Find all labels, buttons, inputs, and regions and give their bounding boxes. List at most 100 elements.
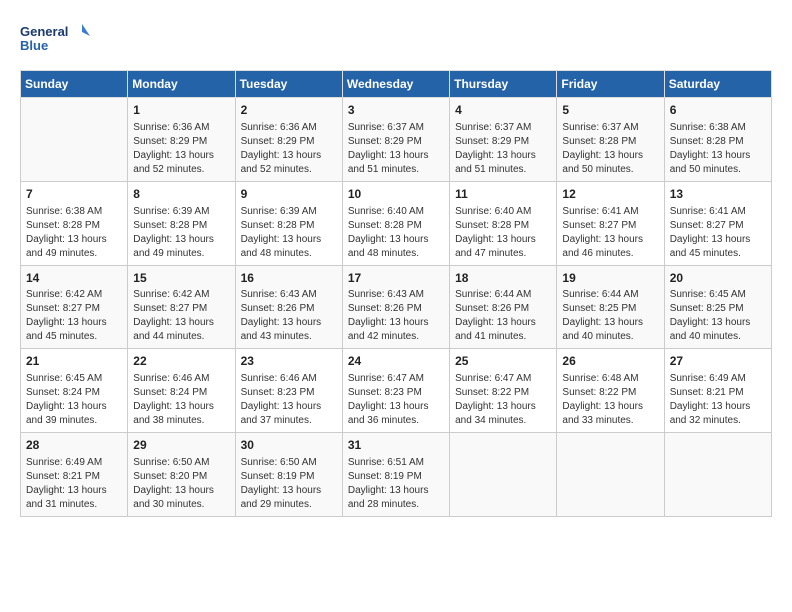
day-info: and 52 minutes. [241,163,337,177]
header-cell-friday: Friday [557,71,664,98]
calendar-cell: 20Sunrise: 6:45 AMSunset: 8:25 PMDayligh… [664,265,771,349]
day-info: Daylight: 13 hours [455,400,551,414]
calendar-table: SundayMondayTuesdayWednesdayThursdayFrid… [20,70,772,517]
day-number: 22 [133,353,229,370]
day-number: 1 [133,102,229,119]
day-info: Daylight: 13 hours [348,484,444,498]
day-info: Sunset: 8:22 PM [562,386,658,400]
day-info: Sunset: 8:28 PM [670,135,766,149]
day-number: 16 [241,270,337,287]
day-info: and 51 minutes. [348,163,444,177]
day-info: Daylight: 13 hours [348,149,444,163]
day-info: Daylight: 13 hours [241,484,337,498]
calendar-cell: 31Sunrise: 6:51 AMSunset: 8:19 PMDayligh… [342,433,449,517]
day-info: Sunset: 8:27 PM [133,302,229,316]
day-info: Sunrise: 6:50 AM [241,456,337,470]
day-number: 29 [133,437,229,454]
day-info: Sunrise: 6:39 AM [241,205,337,219]
day-info: Sunrise: 6:50 AM [133,456,229,470]
day-info: and 29 minutes. [241,498,337,512]
day-info: and 43 minutes. [241,330,337,344]
calendar-cell: 19Sunrise: 6:44 AMSunset: 8:25 PMDayligh… [557,265,664,349]
day-number: 14 [26,270,122,287]
day-info: and 41 minutes. [455,330,551,344]
day-info: and 48 minutes. [241,247,337,261]
calendar-cell: 28Sunrise: 6:49 AMSunset: 8:21 PMDayligh… [21,433,128,517]
day-info: Sunset: 8:28 PM [133,219,229,233]
day-info: Sunset: 8:26 PM [348,302,444,316]
day-info: Daylight: 13 hours [133,400,229,414]
day-info: Sunrise: 6:41 AM [670,205,766,219]
calendar-cell: 5Sunrise: 6:37 AMSunset: 8:28 PMDaylight… [557,98,664,182]
day-number: 3 [348,102,444,119]
day-info: Daylight: 13 hours [133,233,229,247]
day-number: 20 [670,270,766,287]
day-number: 8 [133,186,229,203]
day-number: 7 [26,186,122,203]
day-info: Sunrise: 6:42 AM [26,288,122,302]
week-row-4: 21Sunrise: 6:45 AMSunset: 8:24 PMDayligh… [21,349,772,433]
day-info: Daylight: 13 hours [348,316,444,330]
calendar-cell: 12Sunrise: 6:41 AMSunset: 8:27 PMDayligh… [557,181,664,265]
calendar-cell: 3 Sunrise: 6:37 AMSunset: 8:29 PMDaylight… [342,98,449,182]
day-info: Sunrise: 6:38 AM [670,121,766,135]
day-info: Sunset: 8:28 PM [455,219,551,233]
day-number: 18 [455,270,551,287]
day-number: 28 [26,437,122,454]
day-info: Daylight: 13 hours [26,316,122,330]
day-info: Daylight: 13 hours [133,149,229,163]
calendar-header: SundayMondayTuesdayWednesdayThursdayFrid… [21,71,772,98]
day-info: Daylight: 13 hours [26,233,122,247]
calendar-cell: 30Sunrise: 6:50 AMSunset: 8:19 PMDayligh… [235,433,342,517]
calendar-cell: 8Sunrise: 6:39 AMSunset: 8:28 PMDaylight… [128,181,235,265]
day-info: Sunrise: 6:41 AM [562,205,658,219]
day-info: and 52 minutes. [133,163,229,177]
day-number: 27 [670,353,766,370]
day-info: and 48 minutes. [348,247,444,261]
calendar-cell: 7Sunrise: 6:38 AMSunset: 8:28 PMDaylight… [21,181,128,265]
day-info: Daylight: 13 hours [26,484,122,498]
day-info: Sunset: 8:24 PM [26,386,122,400]
day-info: Sunrise: 6:47 AM [348,372,444,386]
day-info: Sunset: 8:29 PM [455,135,551,149]
day-info: Daylight: 13 hours [455,233,551,247]
day-info: and 49 minutes. [133,247,229,261]
day-info: Daylight: 13 hours [133,484,229,498]
day-info: Sunset: 8:19 PM [241,470,337,484]
calendar-cell: 4Sunrise: 6:37 AMSunset: 8:29 PMDaylight… [450,98,557,182]
day-info: Daylight: 13 hours [455,316,551,330]
day-info: and 40 minutes. [670,330,766,344]
calendar-cell: 15Sunrise: 6:42 AMSunset: 8:27 PMDayligh… [128,265,235,349]
day-info: Sunset: 8:29 PM [348,135,444,149]
calendar-cell: 10Sunrise: 6:40 AMSunset: 8:28 PMDayligh… [342,181,449,265]
day-info: Sunset: 8:28 PM [348,219,444,233]
day-info: and 45 minutes. [26,330,122,344]
day-info: Daylight: 13 hours [241,316,337,330]
week-row-2: 7Sunrise: 6:38 AMSunset: 8:28 PMDaylight… [21,181,772,265]
day-info: Sunset: 8:24 PM [133,386,229,400]
day-info: Sunset: 8:25 PM [562,302,658,316]
day-info: Sunset: 8:25 PM [670,302,766,316]
day-info: Sunrise: 6:37 AM [562,121,658,135]
day-info: Sunrise: 6:42 AM [133,288,229,302]
day-info: Sunrise: 6:37 AM [348,121,444,135]
day-info: Sunset: 8:21 PM [670,386,766,400]
day-number: 17 [348,270,444,287]
day-info: and 42 minutes. [348,330,444,344]
logo-svg: General Blue [20,20,90,60]
day-info: Daylight: 13 hours [348,400,444,414]
calendar-cell: 26Sunrise: 6:48 AMSunset: 8:22 PMDayligh… [557,349,664,433]
svg-text:General: General [20,24,68,39]
header-cell-sunday: Sunday [21,71,128,98]
day-info: and 33 minutes. [562,414,658,428]
day-info: Sunset: 8:29 PM [133,135,229,149]
calendar-body: 1Sunrise: 6:36 AMSunset: 8:29 PMDaylight… [21,98,772,517]
day-number: 5 [562,102,658,119]
day-info: Sunrise: 6:45 AM [26,372,122,386]
day-info: Sunset: 8:19 PM [348,470,444,484]
day-info: Daylight: 13 hours [348,233,444,247]
calendar-cell [664,433,771,517]
day-number: 15 [133,270,229,287]
day-info: Sunrise: 6:36 AM [133,121,229,135]
day-info: and 44 minutes. [133,330,229,344]
